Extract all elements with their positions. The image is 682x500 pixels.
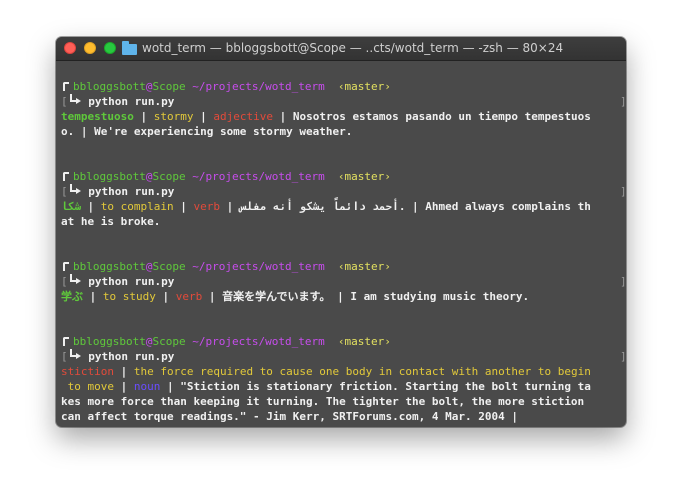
window-title-group: wotd_term — bbloggsbott@Scope — ..cts/wo… xyxy=(122,37,563,60)
output-segment: | xyxy=(83,290,103,303)
prompt-host: Scope xyxy=(152,335,186,348)
command-line: [ python run.py] xyxy=(61,349,626,364)
output-segment: kes more force than keeping it turning. … xyxy=(61,395,585,408)
output-line: at he is broke. xyxy=(61,214,621,229)
prompt-arrow-icon xyxy=(68,349,82,364)
prompt-corner-icon xyxy=(61,169,73,184)
bracket-left: [ xyxy=(61,350,68,363)
prompt-line: bbloggsbott@Scope ~/projects/wotd_term ‹… xyxy=(61,334,621,349)
prompt-host: Scope xyxy=(152,260,186,273)
output-segment: | xyxy=(155,290,176,303)
output-segment: 学ぶ xyxy=(61,290,83,303)
prompt-path: ~/projects/wotd_term xyxy=(192,260,325,273)
command-line: [ python run.py] xyxy=(61,274,626,289)
bracket-right: ] xyxy=(620,95,626,108)
bracket-left: [ xyxy=(61,95,68,108)
prompt-corner-icon xyxy=(61,259,73,274)
output-segment: adjective xyxy=(213,110,273,123)
output-segment: can affect torque readings." - Jim Kerr,… xyxy=(61,410,518,423)
bracket-left: [ xyxy=(61,275,68,288)
output-segment: the force required to cause one body in … xyxy=(133,365,591,378)
output-line: can affect torque readings." - Jim Kerr,… xyxy=(61,409,621,424)
prompt-branch: ‹master› xyxy=(337,170,391,183)
output-segment: tempestuoso xyxy=(61,110,134,123)
output-segment: to study xyxy=(102,290,156,303)
close-button[interactable] xyxy=(64,42,76,54)
output-line: kes more force than keeping it turning. … xyxy=(61,394,621,409)
terminal-output[interactable]: bbloggsbott@Scope ~/projects/wotd_term ‹… xyxy=(61,64,626,427)
prompt-path: ~/projects/wotd_term xyxy=(192,170,325,183)
bracket-left: [ xyxy=(61,185,68,198)
output-segment: stiction xyxy=(61,365,114,378)
prompt-host: Scope xyxy=(152,80,186,93)
output-line: stiction | the force required to cause o… xyxy=(61,364,621,379)
prompt-corner-icon xyxy=(61,79,73,94)
minimize-button[interactable] xyxy=(84,42,96,54)
output-segment: | xyxy=(113,380,134,393)
output-line: to move | noun | "Stiction is stationary… xyxy=(61,379,621,394)
output-segment: noun xyxy=(133,380,161,393)
output-segment: | أحمد دائماً يشكو أنه مفلس. | Ahmed alw… xyxy=(219,200,591,213)
output-line: o. | We're experiencing some stormy weat… xyxy=(61,124,621,139)
prompt-branch: ‹master› xyxy=(337,335,391,348)
zoom-button[interactable] xyxy=(104,42,116,54)
prompt-path: ~/projects/wotd_term xyxy=(192,335,325,348)
output-segment: | 音楽を学んでいます。 | I am studying music theor… xyxy=(202,290,530,303)
prompt-arrow-icon xyxy=(68,184,82,199)
prompt-user: bbloggsbott xyxy=(73,335,146,348)
window-title: wotd_term — bbloggsbott@Scope — ..cts/wo… xyxy=(142,41,564,55)
output-segment: verb xyxy=(175,290,203,303)
prompt-user: bbloggsbott xyxy=(73,170,146,183)
output-segment: | Nosotros estamos pasando un tiempo tem… xyxy=(272,110,591,123)
output-segment: | xyxy=(80,200,101,213)
output-line: شكا | to complain | verb | أحمد دائماً ي… xyxy=(61,199,621,214)
output-segment: | "Stiction is stationary friction. Star… xyxy=(160,380,591,393)
prompt-branch: ‹master› xyxy=(337,80,391,93)
output-segment: to complain xyxy=(100,200,174,213)
terminal-window: wotd_term — bbloggsbott@Scope — ..cts/wo… xyxy=(56,37,626,427)
bracket-right: ] xyxy=(620,185,626,198)
output-segment: شكا xyxy=(61,200,81,213)
prompt-user: bbloggsbott xyxy=(73,260,146,273)
output-segment: at he is broke. xyxy=(61,215,161,228)
prompt-user: bbloggsbott xyxy=(73,80,146,93)
bracket-right: ] xyxy=(620,275,626,288)
command-text: python run.py xyxy=(81,95,175,108)
prompt-line: bbloggsbott@Scope ~/projects/wotd_term ‹… xyxy=(61,79,621,94)
output-line: 学ぶ | to study | verb | 音楽を学んでいます。 | I am… xyxy=(61,289,621,304)
output-segment: o. | We're experiencing some stormy weat… xyxy=(61,125,353,138)
prompt-arrow-icon xyxy=(68,274,82,289)
title-bar[interactable]: wotd_term — bbloggsbott@Scope — ..cts/wo… xyxy=(56,37,626,61)
output-segment: | xyxy=(173,200,194,213)
output-segment: stormy xyxy=(153,110,194,123)
command-text: python run.py xyxy=(81,350,175,363)
output-segment: | xyxy=(133,110,154,123)
prompt-line: bbloggsbott@Scope ~/projects/wotd_term ‹… xyxy=(61,169,621,184)
output-line: tempestuoso | stormy | adjective | Nosot… xyxy=(61,109,621,124)
command-line: [ python run.py] xyxy=(61,94,626,109)
command-text: python run.py xyxy=(81,185,175,198)
output-segment: | xyxy=(193,110,214,123)
output-segment: verb xyxy=(193,200,220,213)
prompt-branch: ‹master› xyxy=(337,260,391,273)
prompt-host: Scope xyxy=(152,170,186,183)
command-line: [ python run.py] xyxy=(61,184,626,199)
prompt-arrow-icon xyxy=(68,94,82,109)
bracket-right: ] xyxy=(620,350,626,363)
command-text: python run.py xyxy=(81,275,175,288)
prompt-line: bbloggsbott@Scope ~/projects/wotd_term ‹… xyxy=(61,259,621,274)
folder-icon xyxy=(122,40,137,55)
prompt-corner-icon xyxy=(61,334,73,349)
prompt-path: ~/projects/wotd_term xyxy=(192,80,325,93)
output-segment: | xyxy=(113,365,134,378)
output-segment: to move xyxy=(61,380,114,393)
